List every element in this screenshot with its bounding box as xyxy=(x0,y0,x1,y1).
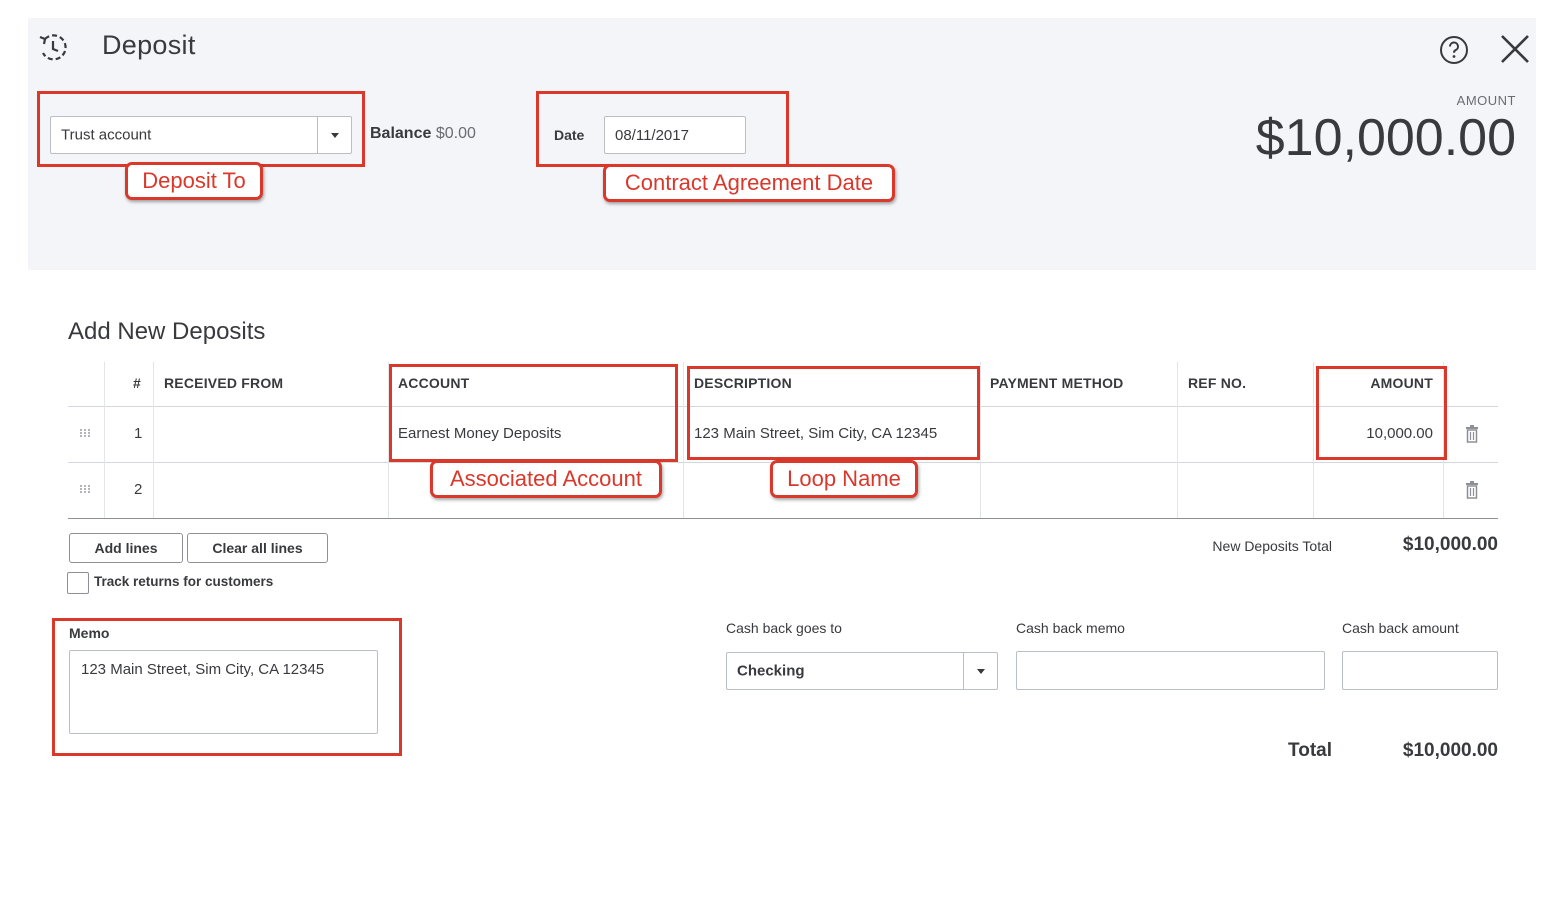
table-bottom-border xyxy=(68,518,1498,519)
row-number: 2 xyxy=(134,481,143,498)
help-icon[interactable] xyxy=(1438,34,1470,66)
new-deposits-total-label: New Deposits Total xyxy=(1212,538,1332,554)
select-divider xyxy=(963,653,964,689)
callout-associated-account: Associated Account xyxy=(430,460,662,498)
col-header-num: # xyxy=(133,375,141,391)
annotation-box-date xyxy=(536,91,789,167)
clear-all-lines-button[interactable]: Clear all lines xyxy=(187,533,328,563)
col-header-payment-method: PAYMENT METHOD xyxy=(990,375,1124,391)
drag-handle-icon[interactable] xyxy=(79,428,93,438)
cash-back-memo-label: Cash back memo xyxy=(1016,620,1125,636)
balance-label: Balance xyxy=(370,125,432,142)
total-value: $10,000.00 xyxy=(1402,740,1498,761)
callout-deposit-to: Deposit To xyxy=(125,162,263,200)
annotation-box-deposit-to xyxy=(37,91,365,167)
total-label: Total xyxy=(1288,740,1332,761)
balance-value: $0.00 xyxy=(435,125,476,142)
col-divider xyxy=(980,362,981,518)
annotation-box-description xyxy=(687,366,980,460)
annotation-box-amount xyxy=(1316,366,1447,460)
col-divider xyxy=(153,362,154,518)
add-lines-button[interactable]: Add lines xyxy=(69,533,183,563)
track-returns-checkbox[interactable] xyxy=(67,572,89,594)
track-returns-label: Track returns for customers xyxy=(94,574,274,589)
page-title: Deposit xyxy=(102,30,196,60)
callout-contract-date: Contract Agreement Date xyxy=(603,164,895,202)
cash-back-goes-to-select[interactable]: Checking xyxy=(726,652,998,690)
cash-back-amount-label: Cash back amount xyxy=(1342,620,1459,636)
drag-handle-icon[interactable] xyxy=(79,484,93,494)
amount-label: AMOUNT xyxy=(1456,93,1516,108)
col-header-received-from: RECEIVED FROM xyxy=(164,375,284,391)
cash-back-goes-to-value: Checking xyxy=(737,662,805,680)
history-icon[interactable] xyxy=(36,31,70,65)
close-icon[interactable] xyxy=(1498,32,1532,66)
col-header-ref-no: REF NO. xyxy=(1188,375,1247,391)
annotation-box-account xyxy=(389,364,678,462)
annotation-box-memo xyxy=(52,618,402,756)
cash-back-amount-input[interactable] xyxy=(1342,651,1498,690)
col-divider xyxy=(1313,362,1314,518)
col-divider xyxy=(104,362,105,518)
trash-icon[interactable] xyxy=(1465,481,1479,499)
chevron-down-icon[interactable] xyxy=(977,669,985,674)
balance-display: Balance $0.00 xyxy=(370,125,476,143)
col-divider xyxy=(683,362,684,518)
col-divider xyxy=(1177,362,1178,518)
section-title: Add New Deposits xyxy=(68,318,266,345)
new-deposits-total-value: $10,000.00 xyxy=(1402,534,1498,555)
cash-back-goes-to-label: Cash back goes to xyxy=(726,620,842,636)
cash-back-memo-input[interactable] xyxy=(1016,651,1325,690)
trash-icon[interactable] xyxy=(1465,425,1479,443)
row-number: 1 xyxy=(134,425,143,442)
amount-total-display: $10,000.00 xyxy=(1255,109,1516,167)
callout-loop-name: Loop Name xyxy=(770,460,918,498)
